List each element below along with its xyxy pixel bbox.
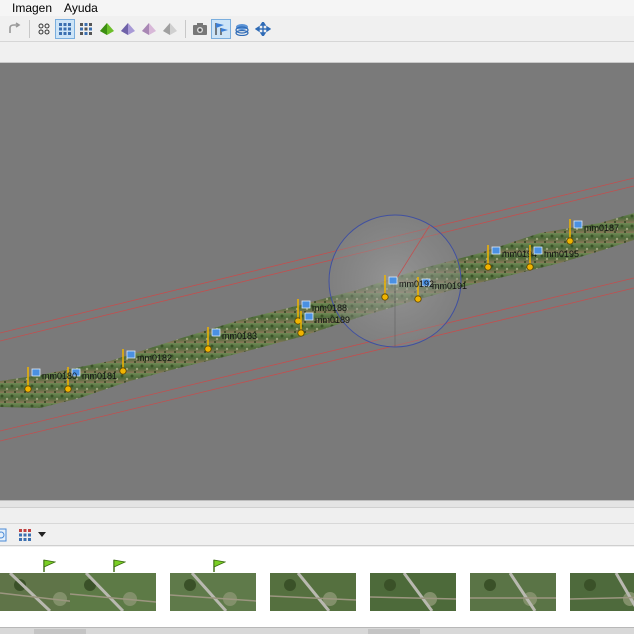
- flag-icon: [573, 220, 583, 229]
- camera-label: mm0183: [222, 331, 257, 341]
- camera-label: mm0182: [137, 353, 172, 363]
- flag-icon: [211, 328, 221, 337]
- flag-icon: [491, 246, 501, 255]
- camera-position-dot: [119, 367, 127, 375]
- 3d-viewport[interactable]: mm0187 mm0194 mm0195 mm0191 mm0192 mm0188 mm01…: [0, 63, 634, 500]
- thumbnail[interactable]: [370, 573, 456, 611]
- thumbnail-image: [570, 573, 634, 611]
- pyramid-purple-button[interactable]: [118, 19, 138, 39]
- camera-position-dot: [414, 295, 422, 303]
- flags-button[interactable]: [211, 18, 231, 39]
- thumbnail-image: [470, 573, 556, 611]
- thumbnail[interactable]: [270, 573, 356, 611]
- pyramid-purple-icon: [121, 22, 135, 35]
- thumbnail-image: [70, 573, 156, 611]
- grid-checker-icon: [80, 22, 92, 35]
- camera-label: mm0194: [502, 249, 537, 259]
- camera-position-dot: [566, 237, 574, 245]
- flag-icon: [31, 368, 41, 377]
- menu-imagen[interactable]: Imagen: [6, 0, 58, 16]
- pyramid-gray-icon: [163, 22, 177, 35]
- flags-icon: [215, 22, 228, 35]
- grid-9-button[interactable]: [55, 18, 75, 39]
- thumbnail[interactable]: [70, 573, 156, 611]
- camera-position-dot: [297, 329, 305, 337]
- camera-label: mm0187: [584, 223, 619, 233]
- thumbnail[interactable]: [170, 573, 256, 611]
- thumbnail-image: [170, 573, 256, 611]
- camera-position-dot: [484, 263, 492, 271]
- pyramid-gray-button[interactable]: [160, 19, 180, 39]
- status-segment: [34, 629, 86, 634]
- flag-icon: [388, 276, 398, 285]
- flag-icon: [304, 312, 314, 321]
- panel-tabs-area: [0, 508, 634, 524]
- flag-icon: [301, 300, 311, 309]
- grid-9-dots-icon: [59, 22, 71, 35]
- camera-label: mm0189: [315, 315, 350, 325]
- thumbnail-strip: [0, 547, 634, 627]
- camera-label: mm0188: [312, 303, 347, 313]
- pyramid-pink-button[interactable]: [139, 19, 159, 39]
- toolbar-separator: [29, 19, 30, 38]
- refresh-icon: [0, 528, 7, 541]
- camera-label: mm0191: [432, 281, 467, 291]
- flag-icon: [212, 559, 227, 573]
- thumbnail-image: [370, 573, 456, 611]
- camera-position-dot: [294, 317, 302, 325]
- thumbnail-image: [270, 573, 356, 611]
- grid-view-icon: [19, 528, 31, 541]
- flag-icon: [533, 246, 543, 255]
- camera-position-dot: [204, 345, 212, 353]
- camera-position-dot: [24, 385, 32, 393]
- flag-icon: [42, 559, 57, 573]
- status-segment: [368, 629, 420, 634]
- camera-position-dot: [381, 293, 389, 301]
- panel-header: [0, 43, 634, 63]
- pyramid-green-button[interactable]: [97, 19, 117, 39]
- toolbar-separator: [185, 19, 186, 38]
- camera-label: mm0192: [399, 279, 434, 289]
- grid-view-button[interactable]: [18, 526, 46, 544]
- thumbnail[interactable]: [570, 573, 634, 611]
- move-arrows-icon: [255, 21, 271, 36]
- move-button[interactable]: [253, 19, 273, 39]
- panel-splitter[interactable]: [0, 500, 634, 508]
- scene-canvas[interactable]: mm0187 mm0194 mm0195 mm0191mm0192 mm0188 mm01…: [0, 63, 634, 500]
- thumbnail-toolbar: [0, 524, 634, 546]
- refresh-button[interactable]: [0, 526, 8, 544]
- flag-icon: [112, 559, 127, 573]
- pyramid-green-icon: [100, 22, 114, 35]
- camera-icon: [193, 22, 207, 35]
- grid-checker-button[interactable]: [76, 19, 96, 39]
- camera-label: mm0181: [82, 371, 117, 381]
- camera-label: mm0180: [42, 371, 77, 381]
- layers-button[interactable]: [232, 19, 252, 39]
- thumbnail[interactable]: [470, 573, 556, 611]
- camera-label: mm0195: [544, 249, 579, 259]
- app-window: Imagen Ayuda mm0187 mm0194 mm0195 mm0191…: [0, 0, 634, 634]
- status-bar: [0, 627, 634, 634]
- pyramid-pink-icon: [142, 22, 156, 35]
- camera-position-dot: [526, 263, 534, 271]
- camera-position-dot: [64, 385, 72, 393]
- menu-ayuda[interactable]: Ayuda: [58, 0, 104, 16]
- layers-icon: [235, 23, 249, 36]
- grid-4-button[interactable]: [34, 19, 54, 39]
- chevron-down-icon[interactable]: [38, 532, 46, 537]
- flag-icon: [126, 350, 136, 359]
- redo-button[interactable]: [4, 19, 24, 39]
- redo-icon: [9, 21, 21, 33]
- camera-button[interactable]: [190, 19, 210, 39]
- menubar: Imagen Ayuda: [0, 0, 634, 16]
- grid-4-dots-icon: [38, 23, 50, 34]
- main-toolbar: [0, 16, 634, 42]
